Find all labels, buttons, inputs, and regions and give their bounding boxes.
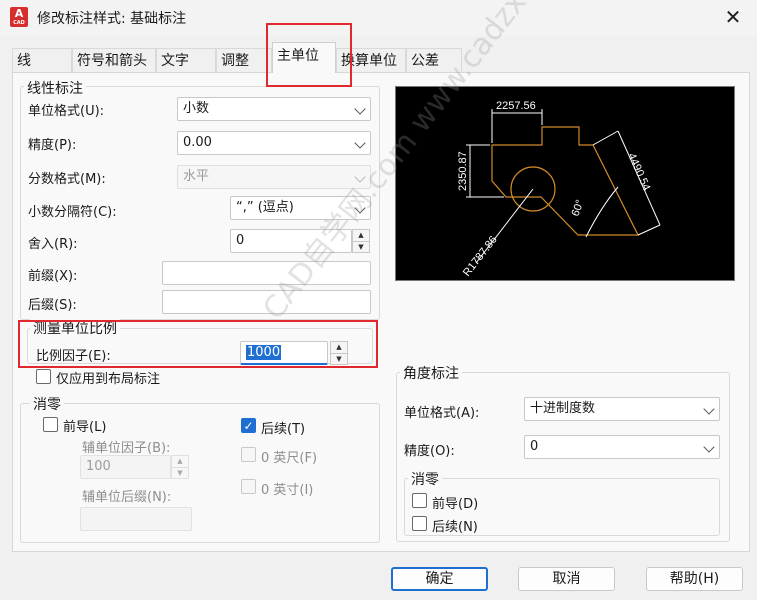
ok-button[interactable]: 确定 — [391, 567, 488, 591]
angular-unit-format-select[interactable]: 十进制度数 — [524, 397, 720, 421]
tab-fit[interactable]: 调整 — [216, 48, 272, 73]
angular-precision-select[interactable]: 0 — [524, 435, 720, 459]
angular-leading-checkbox[interactable] — [412, 493, 427, 508]
tab-highlight-box — [266, 23, 352, 87]
window-title: 修改标注样式: 基础标注 — [37, 11, 187, 27]
decimal-separator-select[interactable]: “,” (逗点) — [230, 196, 371, 220]
unit-format-select[interactable]: 小数 — [177, 97, 371, 121]
close-icon[interactable]: ✕ — [722, 6, 744, 28]
round-off-label: 舍入(R): — [28, 237, 78, 252]
prefix-input[interactable] — [162, 261, 371, 285]
linear-dimensions-title: 线性标注 — [24, 78, 86, 98]
angular-trailing-checkbox[interactable] — [412, 516, 427, 531]
angular-precision-label: 精度(O): — [404, 444, 455, 459]
dimension-preview: 2257.56 2350.87 4490.54 60° R1787.86 — [395, 86, 735, 281]
tab-lines[interactable]: 线 — [12, 48, 72, 73]
angular-unit-format-label: 单位格式(A): — [404, 406, 480, 421]
app-logo-icon: A CAD — [10, 7, 28, 27]
unit-format-label: 单位格式(U): — [28, 104, 105, 119]
help-button[interactable]: 帮助(H) — [646, 567, 743, 591]
sub-unit-factor-spinner: ▲ ▼ — [171, 455, 189, 479]
layout-only-label: 仅应用到布局标注 — [56, 372, 161, 387]
chevron-down-icon — [354, 171, 366, 183]
spin-down-icon: ▼ — [177, 469, 183, 477]
chevron-down-icon — [703, 403, 715, 415]
preview-radius: R1787.86 — [461, 234, 500, 279]
cancel-button[interactable]: 取消 — [518, 567, 615, 591]
zero-inches-checkbox — [241, 479, 256, 494]
spin-up-icon[interactable]: ▲ — [353, 230, 369, 242]
suffix-label: 后缀(S): — [28, 298, 77, 313]
trailing-zero-label: 后续(T) — [261, 422, 306, 437]
decimal-separator-label: 小数分隔符(C): — [28, 205, 117, 220]
sub-unit-factor-input: 100 — [80, 455, 171, 479]
leading-zero-label: 前导(L) — [63, 420, 107, 435]
sub-unit-suffix-label: 辅单位后缀(N): — [82, 490, 172, 505]
zero-suppression-title: 消零 — [30, 394, 64, 414]
preview-angle: 60° — [570, 198, 587, 218]
sub-unit-factor-label: 辅单位因子(B): — [82, 441, 171, 456]
fraction-format-select: 水平 — [177, 165, 371, 189]
chevron-down-icon — [354, 103, 366, 115]
zero-feet-checkbox — [241, 447, 256, 462]
scale-highlight-box — [18, 320, 378, 368]
preview-dim-top: 2257.56 — [496, 100, 536, 112]
fraction-format-label: 分数格式(M): — [28, 172, 106, 187]
spin-up-icon: ▲ — [172, 456, 188, 468]
tab-symbols-arrows[interactable]: 符号和箭头 — [72, 48, 156, 73]
angular-trailing-label: 后续(N) — [432, 520, 478, 535]
zero-inches-label: 0 英寸(I) — [261, 483, 314, 498]
preview-dim-right: 4490.54 — [625, 151, 652, 192]
angular-zero-title: 消零 — [408, 469, 442, 489]
title-bar: A CAD 修改标注样式: 基础标注 ✕ — [0, 0, 757, 36]
layout-only-checkbox[interactable] — [36, 369, 51, 384]
angular-leading-label: 前导(D) — [432, 497, 479, 512]
preview-part-outline — [491, 126, 639, 236]
precision-label: 精度(P): — [28, 138, 77, 153]
preview-drawing: 2257.56 2350.87 4490.54 60° R1787.86 — [457, 100, 661, 279]
chevron-down-icon — [703, 441, 715, 453]
sub-unit-suffix-input — [80, 507, 192, 531]
chevron-down-icon — [354, 202, 366, 214]
round-off-spinner[interactable]: ▲ ▼ — [352, 229, 370, 253]
round-off-input[interactable]: 0 — [230, 229, 352, 253]
prefix-label: 前缀(X): — [28, 269, 78, 284]
suffix-input[interactable] — [162, 290, 371, 314]
leading-zero-checkbox[interactable] — [43, 417, 58, 432]
angular-dimensions-title: 角度标注 — [400, 363, 462, 383]
tab-text[interactable]: 文字 — [156, 48, 216, 73]
preview-dim-left: 2350.87 — [457, 151, 469, 191]
tab-tolerances[interactable]: 公差 — [406, 48, 462, 73]
zero-feet-label: 0 英尺(F) — [261, 451, 318, 466]
trailing-zero-checkbox[interactable]: ✓ — [241, 418, 256, 433]
precision-select[interactable]: 0.00 — [177, 131, 371, 155]
spin-down-icon[interactable]: ▼ — [353, 242, 369, 253]
chevron-down-icon — [354, 137, 366, 149]
